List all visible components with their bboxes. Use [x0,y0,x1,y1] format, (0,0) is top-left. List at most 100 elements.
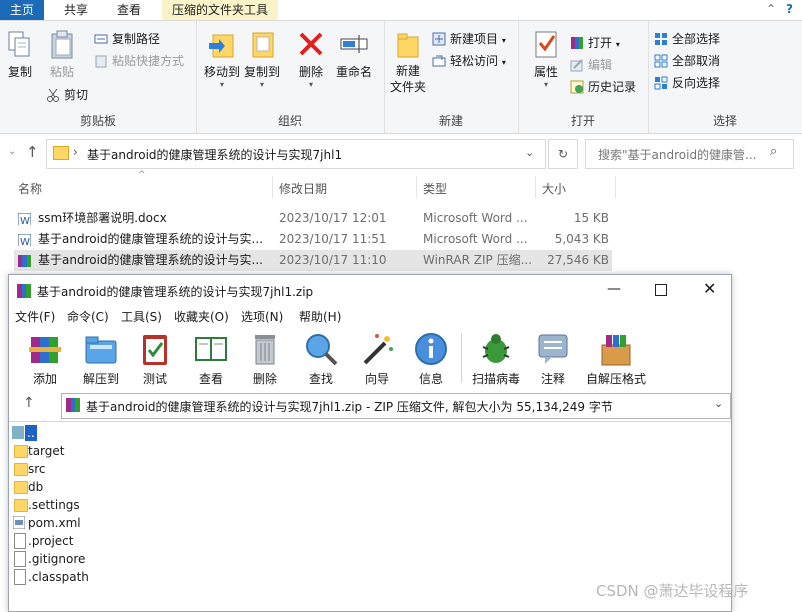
open-button[interactable]: 打开 ▾ [570,33,620,53]
column-size-header[interactable]: 大小 [542,180,566,197]
winrar-open-icon [570,36,584,50]
ribbon-collapse-icon[interactable]: ⌃ [766,2,776,16]
delete-button[interactable]: 删除 ▾ [294,29,328,89]
scan-virus-button[interactable]: 扫描病毒 [467,331,525,387]
file-name: ssm环境部署说明.docx [38,211,167,225]
find-label: 查找 [308,372,333,386]
history-button[interactable]: 历史记录 [570,77,636,97]
delete-label: 删除 [298,65,323,79]
column-separator[interactable] [615,176,616,198]
tab-compressed-folder-tools[interactable]: 压缩的文件夹工具 [162,0,279,20]
column-modified-header[interactable]: 修改日期 [279,180,327,197]
menu-options[interactable]: 选项(N) [241,307,283,327]
column-separator[interactable] [535,176,536,198]
search-input[interactable]: 搜索"基于android的健康管... ⌕ [585,139,794,169]
easy-access-button[interactable]: 轻松访问 ▾ [432,51,506,71]
scan-virus-label: 扫描病毒 [471,372,520,386]
edit-button[interactable]: 编辑 [570,55,612,75]
refresh-icon: ↻ [557,147,569,161]
archive-path-dropdown[interactable]: 基于android的健康管理系统的设计与实现7jhl1.zip - ZIP 压缩… [61,393,731,419]
tab-view[interactable]: 查看 [107,0,151,20]
magic-wand-icon [359,331,395,367]
sfx-box-icon [598,331,634,367]
up-folder-icon [12,426,24,439]
column-name-header[interactable]: 名称 [18,180,42,197]
address-bar[interactable]: › 基于android的健康管理系统的设计与实现7jhl1 ⌄ [46,139,546,169]
csdn-watermark: CSDN @萧达毕设程序 [596,582,749,600]
copy-button[interactable]: 复制 [4,29,36,80]
address-dropdown-icon[interactable]: ⌄ [525,146,534,159]
select-all-button[interactable]: 全部选择 [654,29,720,49]
file-type: WinRAR ZIP 压缩... [423,253,533,267]
open-group: 属性 ▾ 打开 ▾ 编辑 历史记录 打开 [518,21,649,133]
minimize-icon[interactable]: — [607,281,621,297]
add-button[interactable]: 添加 [19,331,71,387]
new-item-button[interactable]: 新建项目 ▾ [432,29,506,49]
copy-to-button[interactable]: 复制到 ▾ [242,29,282,89]
extract-to-button[interactable]: 解压到 [75,331,127,387]
menu-commands[interactable]: 命令(C) [67,307,109,327]
tab-home[interactable]: 主页 [0,0,45,20]
file-type: Microsoft Word ... [423,232,528,246]
properties-label: 属性 [533,65,558,79]
view-button[interactable]: 查看 [185,331,237,387]
invert-selection-button[interactable]: 反向选择 [654,73,720,93]
paste-icon [47,29,77,59]
file-row[interactable]: W 基于android的健康管理系统的设计与实... 2023/10/17 11… [14,229,612,250]
column-separator[interactable] [416,176,417,198]
close-icon[interactable]: ✕ [703,279,716,298]
archive-path-text: 基于android的健康管理系统的设计与实现7jhl1.zip - ZIP 压缩… [86,400,613,414]
info-button[interactable]: 信息 [405,331,457,387]
copy-to-icon [247,29,277,59]
test-button[interactable]: 测试 [129,331,181,387]
menu-tools[interactable]: 工具(S) [121,307,162,327]
wizard-button[interactable]: 向导 [351,331,403,387]
edit-icon [570,58,584,72]
paste-button[interactable]: 粘贴 [44,29,80,80]
info-label: 信息 [418,372,443,386]
find-button[interactable]: 查找 [295,331,347,387]
properties-button[interactable]: 属性 ▾ [526,29,566,89]
new-folder-button[interactable]: 新建 文件夹 [388,29,428,95]
column-separator[interactable] [272,176,273,198]
file-row-selected[interactable]: 基于android的健康管理系统的设计与实... 2023/10/17 11:1… [14,250,612,271]
winrar-path-row: ↑ 基于android的健康管理系统的设计与实现7jhl1.zip - ZIP … [9,389,731,421]
refresh-button[interactable]: ↻ [548,139,578,169]
folder-icon [53,146,69,160]
menu-file[interactable]: 文件(F) [15,307,55,327]
up-arrow-icon[interactable]: ↑ [26,143,39,161]
maximize-icon[interactable] [655,284,667,296]
cut-button[interactable]: 剪切 [46,85,88,105]
file-modified: 2023/10/17 12:01 [279,211,387,225]
select-none-button[interactable]: 全部取消 [654,51,720,71]
properties-icon [531,29,561,59]
word-doc-icon: W [18,212,31,225]
ribbon-tab-bar: 主页 共享 查看 压缩的文件夹工具 ⌃ ? [0,0,802,20]
winrar-window: 基于android的健康管理系统的设计与实现7jhl1.zip — ✕ 文件(F… [8,274,732,612]
trash-bin-icon [247,331,283,367]
sfx-button[interactable]: 自解压格式 [581,331,651,387]
move-to-button[interactable]: 移动到 ▾ [202,29,242,89]
paste-shortcut-button[interactable]: 粘贴快捷方式 [94,51,184,71]
info-icon [413,331,449,367]
file-icon [14,533,26,549]
file-modified: 2023/10/17 11:51 [279,232,387,246]
virus-bug-icon [478,331,514,367]
tab-share[interactable]: 共享 [54,0,98,20]
up-one-level-icon[interactable]: ↑ [23,395,35,411]
file-row[interactable]: W ssm环境部署说明.docx 2023/10/17 12:01 Micros… [14,208,612,229]
recent-locations-icon[interactable]: ⌄ [8,146,16,157]
rename-button[interactable]: 重命名 [332,29,376,80]
file-name: 基于android的健康管理系统的设计与实... [38,253,263,267]
svg-text:W: W [20,216,30,225]
help-icon[interactable]: ? [786,2,793,16]
winrar-title-bar[interactable]: 基于android的健康管理系统的设计与实现7jhl1.zip — ✕ [9,275,731,307]
add-label: 添加 [32,372,57,386]
column-type-header[interactable]: 类型 [423,180,447,197]
menu-help[interactable]: 帮助(H) [299,307,341,327]
copy-path-button[interactable]: 复制路径 [94,29,160,49]
winrar-delete-button[interactable]: 删除 [239,331,291,387]
comment-button[interactable]: 注释 [527,331,579,387]
menu-favorites[interactable]: 收藏夹(O) [174,307,229,327]
file-icon [14,551,26,567]
